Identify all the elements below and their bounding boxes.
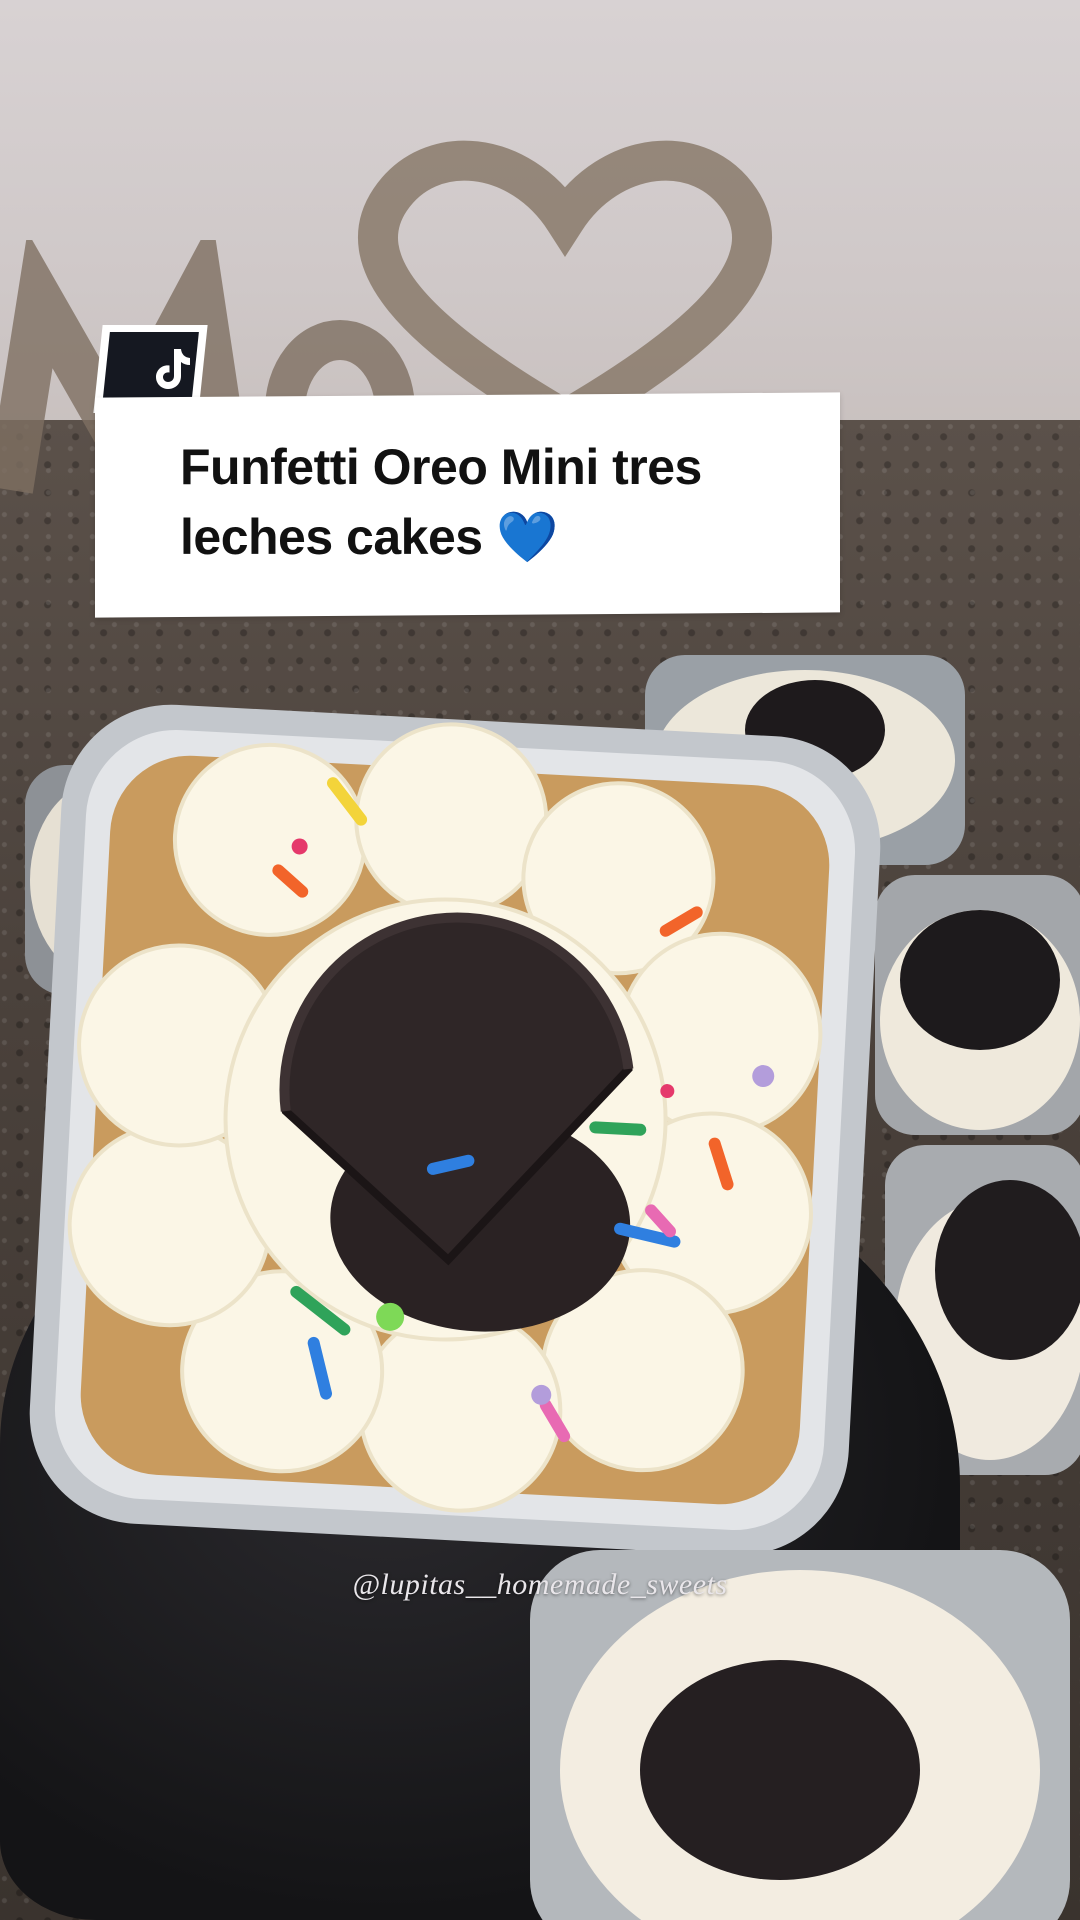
background-cake-right-1 xyxy=(875,875,1080,1135)
tiktok-logo-icon xyxy=(156,349,190,389)
video-frame: Funfetti Oreo Mini tres leches cakes 💙 @… xyxy=(0,0,1080,1920)
caption-text: Funfetti Oreo Mini tres leches cakes 💙 xyxy=(180,439,702,565)
creator-watermark: @lupitas__homemade_sweets xyxy=(352,1568,728,1601)
main-cake xyxy=(29,704,881,1556)
